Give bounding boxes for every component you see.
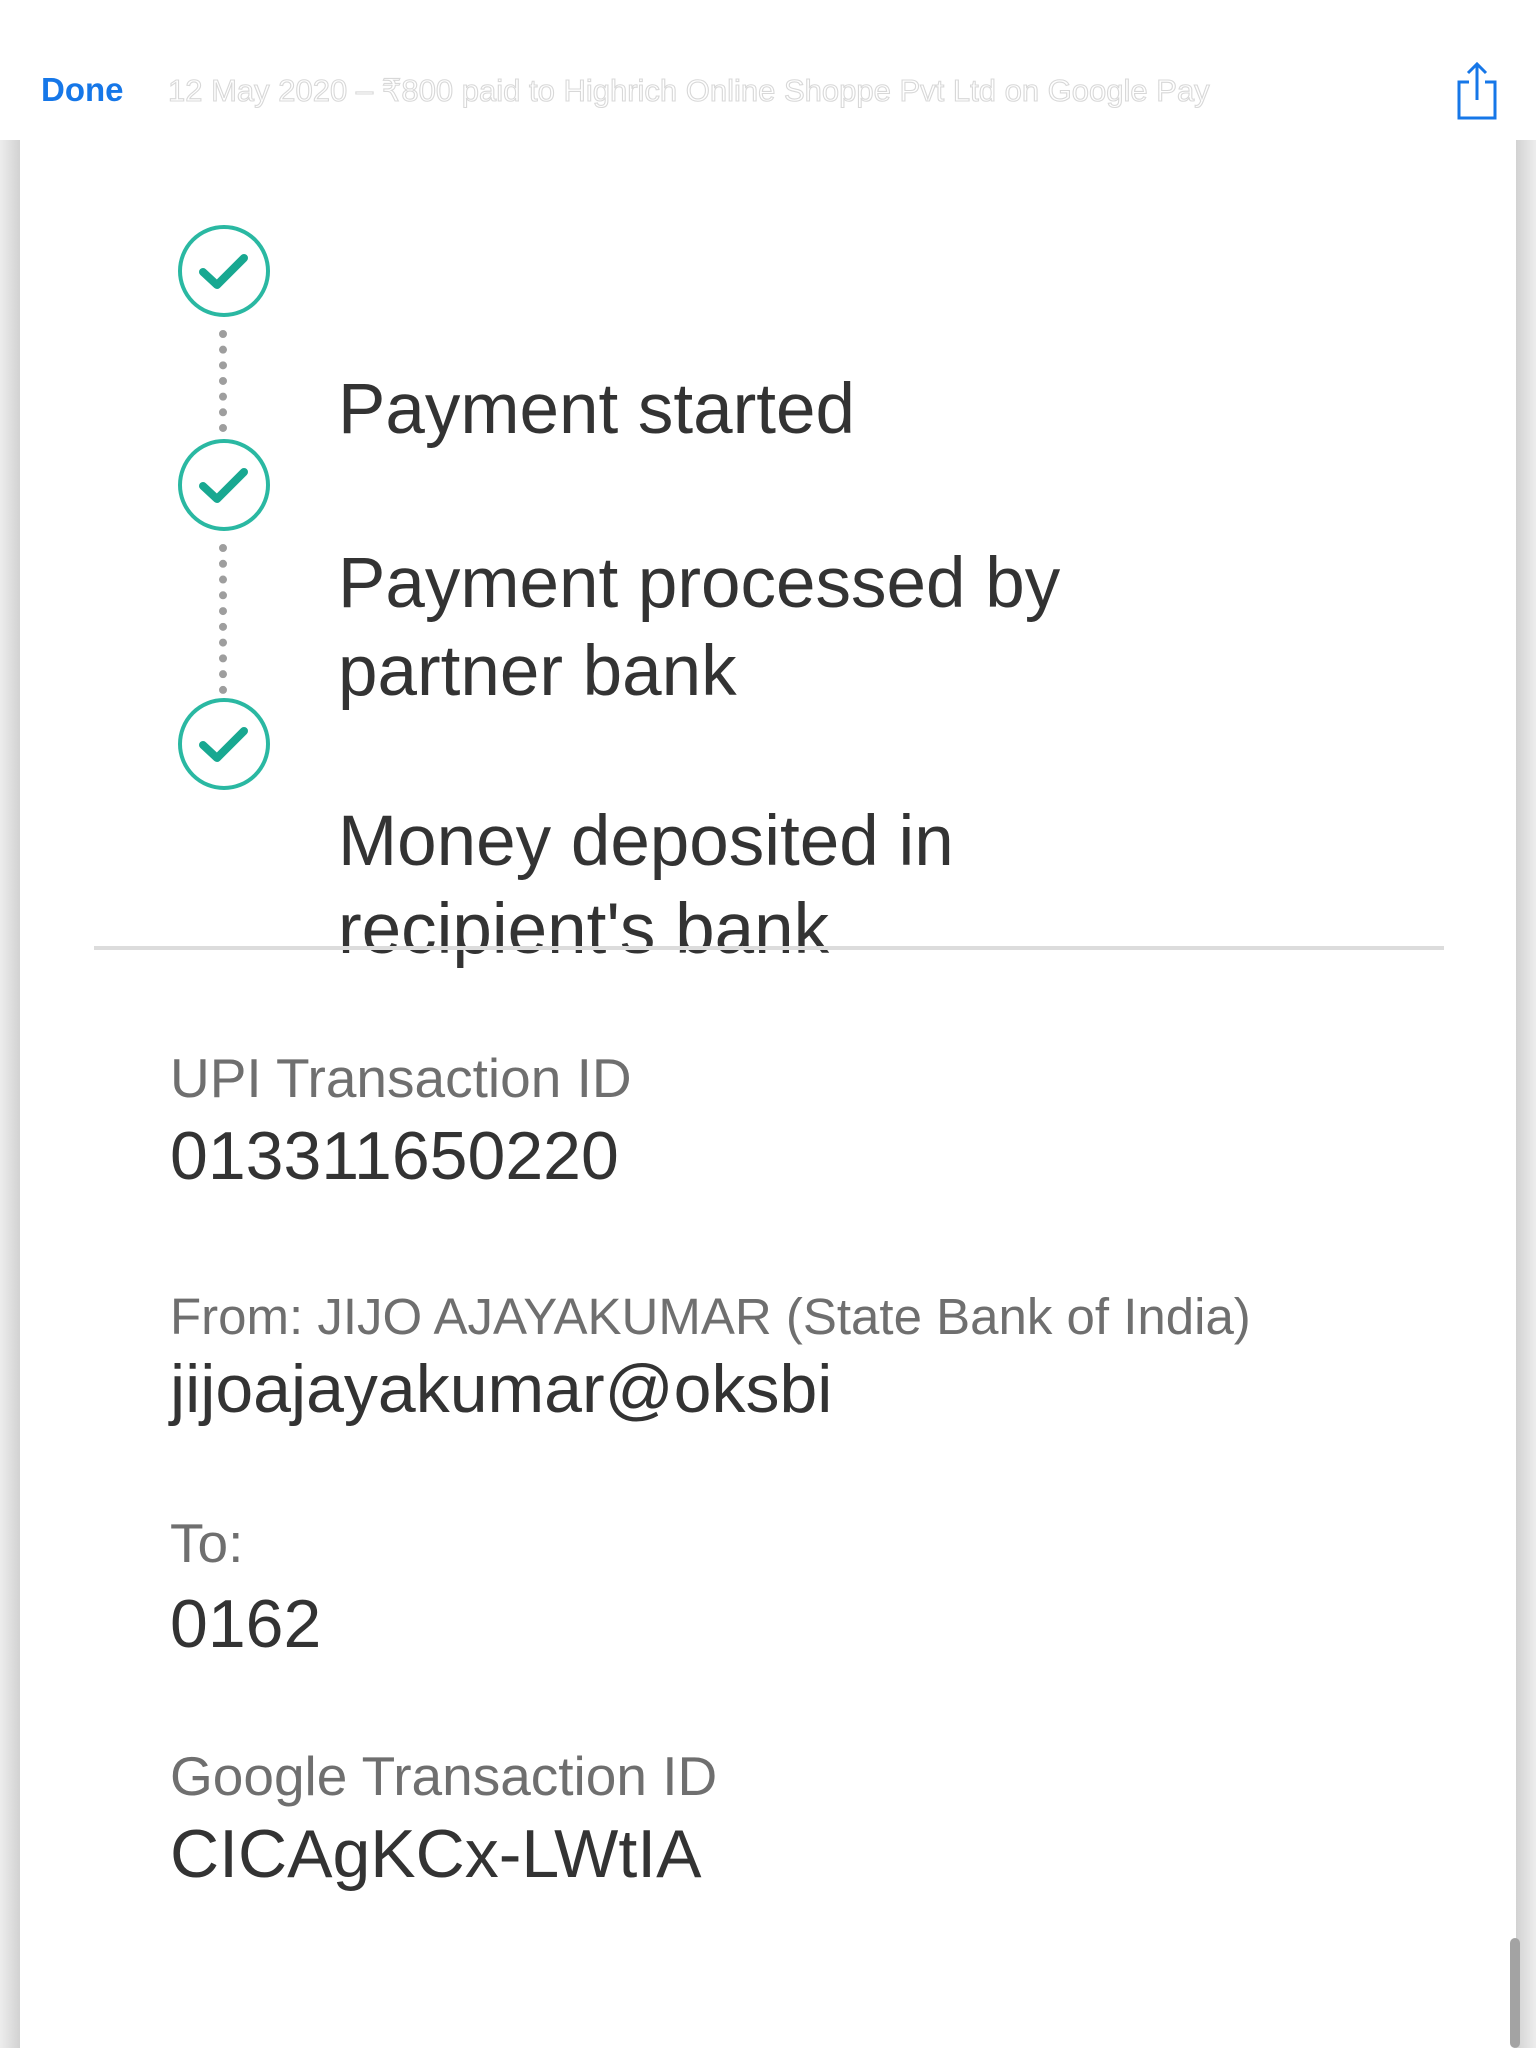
from-upi-id-value: jijoajayakumar@oksbi: [170, 1351, 833, 1427]
section-divider: [94, 946, 1444, 950]
receipt-page[interactable]: Payment started Payment processed by par…: [20, 140, 1520, 2048]
google-transaction-id-label: Google Transaction ID: [170, 1745, 718, 1807]
step-label: partner bank: [338, 632, 737, 711]
timeline-step-started: Payment started: [338, 366, 855, 454]
step-label: Money deposited in: [338, 802, 954, 881]
screen: Done 12 May 2020 – ₹800 paid to Highrich…: [0, 0, 1536, 2048]
to-label: To:: [170, 1512, 244, 1574]
page-shadow-right: [1516, 140, 1536, 2048]
timeline-connector: [219, 544, 227, 694]
step-label: Payment started: [338, 370, 855, 449]
upi-transaction-id-label: UPI Transaction ID: [170, 1047, 632, 1109]
step-label: Payment processed by: [338, 544, 1061, 623]
google-transaction-id-value: CICAgKCx-LWtIA: [170, 1816, 702, 1892]
page-shadow-left: [0, 140, 20, 2048]
check-circle-icon: [178, 698, 270, 790]
timeline-connector: [219, 330, 227, 432]
from-label: From: JIJO AJAYAKUMAR (State Bank of Ind…: [170, 1288, 1251, 1345]
upi-transaction-id-value: 013311650220: [170, 1118, 619, 1194]
timeline-step-processed: Payment processed by partner bank: [338, 540, 1060, 716]
payment-status-timeline: Payment started Payment processed by par…: [20, 140, 1516, 969]
top-navigation-bar: Done 12 May 2020 – ₹800 paid to Highrich…: [0, 0, 1536, 140]
done-button[interactable]: Done: [41, 68, 124, 112]
document-title: 12 May 2020 – ₹800 paid to Highrich Onli…: [168, 72, 1210, 108]
step-label: recipient's bank: [338, 890, 830, 969]
share-icon[interactable]: [1454, 60, 1500, 122]
check-circle-icon: [178, 439, 270, 531]
vertical-scrollbar[interactable]: [1510, 1938, 1520, 2048]
to-account-value: 0162: [170, 1586, 322, 1662]
check-circle-icon: [178, 225, 270, 317]
